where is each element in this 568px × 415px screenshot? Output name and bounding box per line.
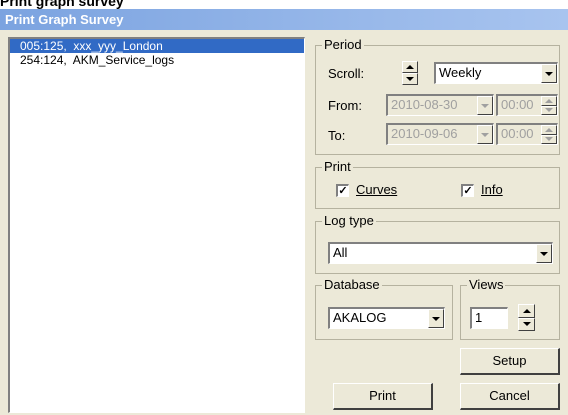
print-group: Print ✓ Curves ✓ Info xyxy=(315,160,560,209)
views-input[interactable]: 1 xyxy=(470,307,508,329)
dropdown-button[interactable] xyxy=(536,244,552,263)
to-label: To: xyxy=(328,128,346,143)
from-date-value: 2010-08-30 xyxy=(391,97,458,112)
scroll-spinner[interactable] xyxy=(402,61,418,85)
arrow-down-icon xyxy=(522,322,531,327)
spin-up-button[interactable] xyxy=(518,304,535,318)
chevron-down-icon xyxy=(432,316,440,321)
chevron-down-icon xyxy=(540,251,548,256)
scroll-label: Scroll: xyxy=(328,66,365,81)
spin-down-button[interactable] xyxy=(541,134,557,144)
views-value: 1 xyxy=(475,310,483,325)
outer-window-title: Print graph survey xyxy=(0,0,124,9)
database-value: AKALOG xyxy=(333,310,387,325)
views-spinner[interactable] xyxy=(518,304,535,331)
spin-up-button[interactable] xyxy=(541,125,557,135)
info-checkbox[interactable]: ✓ xyxy=(461,184,474,197)
arrow-up-icon xyxy=(545,98,553,103)
to-date-value: 2010-09-06 xyxy=(391,126,458,141)
spin-up-button[interactable] xyxy=(402,61,418,73)
curves-label-text: Curves xyxy=(356,182,398,197)
spin-up-button[interactable] xyxy=(541,96,557,106)
info-label-text: Info xyxy=(481,182,503,197)
dropdown-button[interactable] xyxy=(477,96,493,115)
arrow-up-icon xyxy=(545,127,553,132)
curves-label[interactable]: Curves xyxy=(356,182,397,198)
spin-down-button[interactable] xyxy=(518,317,535,331)
log-type-value: All xyxy=(333,245,348,260)
arrow-down-icon xyxy=(545,108,553,113)
dropdown-button[interactable] xyxy=(477,125,493,144)
spin-down-button[interactable] xyxy=(541,105,557,115)
chevron-down-icon xyxy=(545,71,553,76)
setup-button[interactable]: Setup xyxy=(460,348,560,375)
arrow-up-icon xyxy=(406,65,414,69)
cancel-button[interactable]: Cancel xyxy=(460,383,560,410)
period-group-title: Period xyxy=(322,37,364,52)
dropdown-button[interactable] xyxy=(428,309,444,328)
arrow-down-icon xyxy=(406,77,414,81)
to-time-field[interactable]: 00:00 xyxy=(496,123,558,145)
to-time-value: 00:00 xyxy=(501,126,534,141)
arrow-down-icon xyxy=(545,137,553,142)
views-group-title: Views xyxy=(467,277,506,292)
database-group-title: Database xyxy=(322,277,382,292)
period-group: Period Scroll: Weekly From: 2010-08-30 0… xyxy=(315,38,560,155)
log-type-group: Log type All xyxy=(315,214,560,274)
log-listbox[interactable]: 005:125, xxx_yyy_London 254:124, AKM_Ser… xyxy=(8,37,305,413)
spin-down-button[interactable] xyxy=(402,73,418,85)
print-button[interactable]: Print xyxy=(333,383,433,410)
database-group: Database AKALOG xyxy=(315,278,453,340)
log-type-group-title: Log type xyxy=(322,213,376,228)
dialog-title-bar: Print Graph Survey xyxy=(0,9,568,30)
scroll-period-value: Weekly xyxy=(439,65,482,80)
log-type-select[interactable]: All xyxy=(328,242,553,264)
from-date-picker[interactable]: 2010-08-30 xyxy=(386,94,494,116)
chevron-down-icon xyxy=(481,103,489,108)
list-item[interactable]: 254:124, AKM_Service_logs xyxy=(10,53,304,67)
curves-checkbox[interactable]: ✓ xyxy=(336,184,349,197)
scroll-period-select[interactable]: Weekly xyxy=(434,62,558,84)
print-group-title: Print xyxy=(322,159,353,174)
dropdown-button[interactable] xyxy=(541,64,557,83)
from-time-field[interactable]: 00:00 xyxy=(496,94,558,116)
from-time-spinner[interactable] xyxy=(541,96,557,115)
dialog-title: Print Graph Survey xyxy=(5,12,124,27)
info-label[interactable]: Info xyxy=(481,182,503,198)
from-label: From: xyxy=(328,98,362,113)
from-time-value: 00:00 xyxy=(501,97,534,112)
to-time-spinner[interactable] xyxy=(541,125,557,144)
to-date-picker[interactable]: 2010-09-06 xyxy=(386,123,494,145)
list-item[interactable]: 005:125, xxx_yyy_London xyxy=(10,39,304,53)
print-graph-dialog: 005:125, xxx_yyy_London 254:124, AKM_Ser… xyxy=(0,30,568,415)
arrow-up-icon xyxy=(522,308,531,313)
database-select[interactable]: AKALOG xyxy=(328,307,445,329)
views-group: Views 1 xyxy=(460,278,560,340)
chevron-down-icon xyxy=(481,132,489,137)
